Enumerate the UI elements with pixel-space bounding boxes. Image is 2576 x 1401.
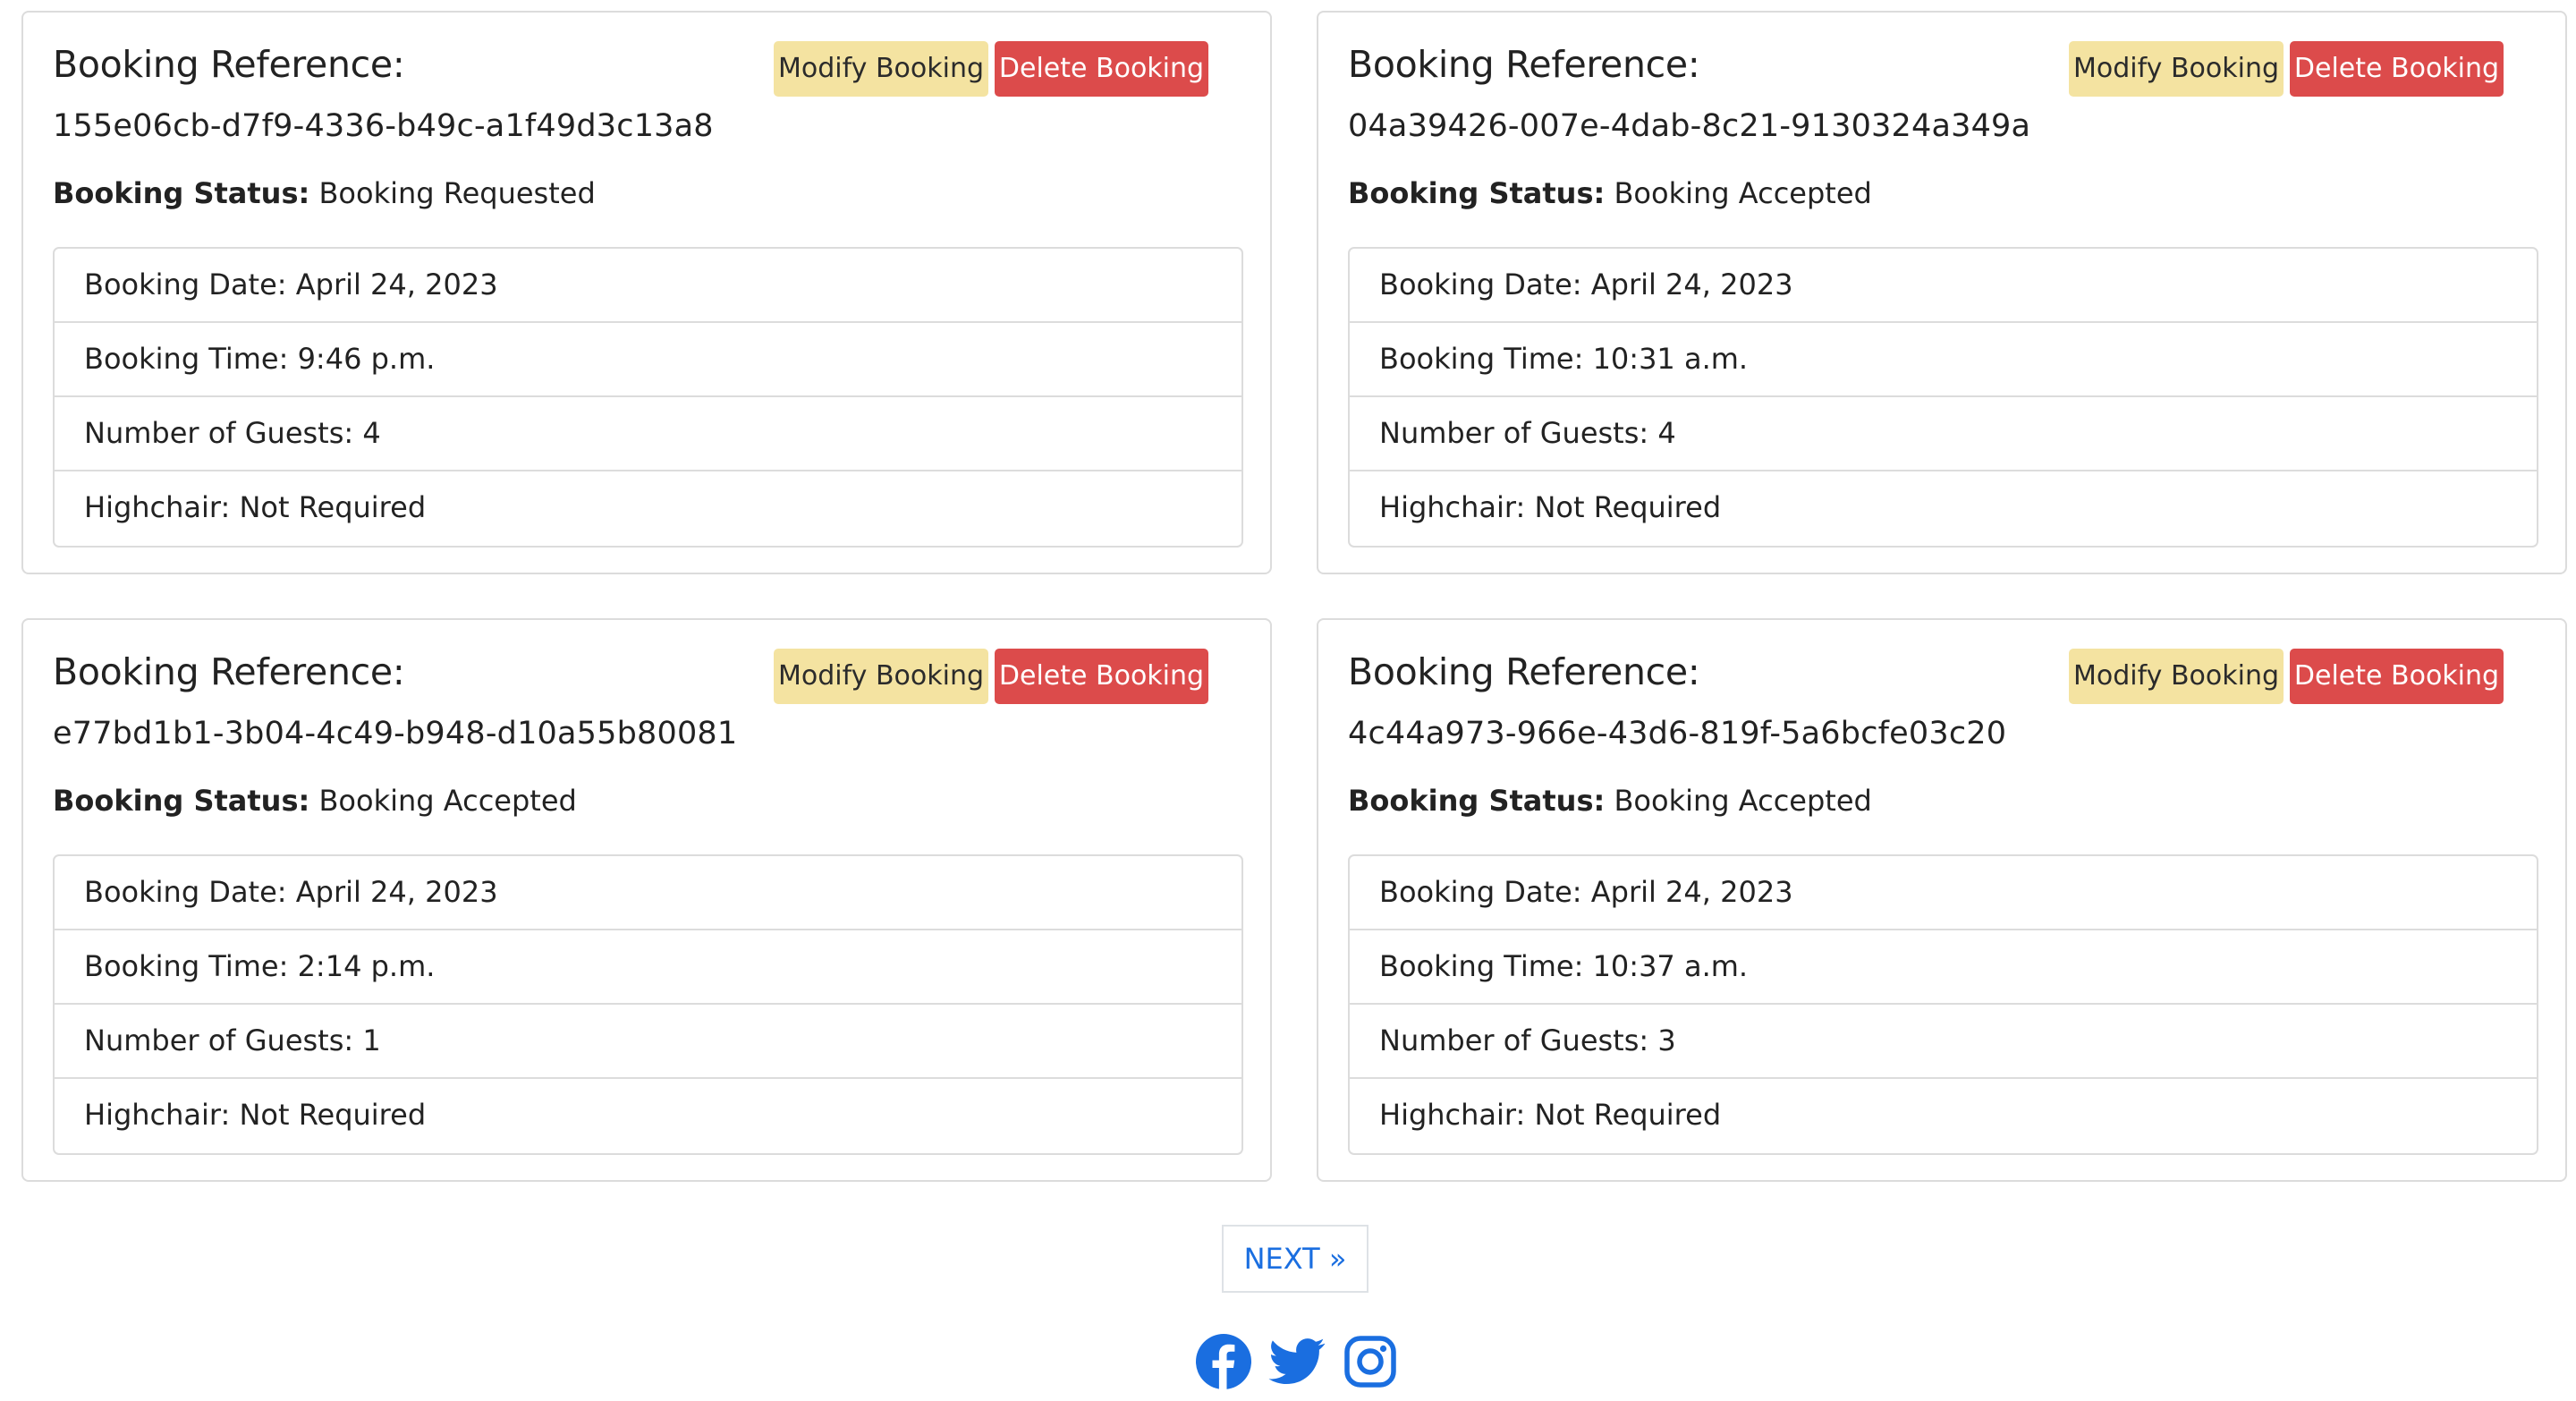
number-of-guests: Number of Guests: 4 bbox=[1350, 397, 2537, 471]
booking-details-list: Booking Date: April 24, 2023 Booking Tim… bbox=[1348, 854, 2538, 1155]
booking-status-label: Booking Status: bbox=[53, 784, 310, 818]
booking-date: Booking Date: April 24, 2023 bbox=[55, 249, 1241, 323]
highchair: Highchair: Not Required bbox=[1379, 490, 1722, 524]
next-page-button[interactable]: NEXT » bbox=[1222, 1225, 1368, 1293]
booking-reference-value: 4c44a973-966e-43d6-819f-5a6bcfe03c20 bbox=[1348, 716, 2007, 751]
modify-booking-button[interactable]: Modify Booking bbox=[774, 41, 988, 97]
booking-date: Booking Date: April 24, 2023 bbox=[55, 856, 1241, 930]
number-of-guests: Number of Guests: 3 bbox=[1350, 1005, 2537, 1079]
modify-booking-button[interactable]: Modify Booking bbox=[774, 649, 988, 704]
number-of-guests: Number of Guests: 1 bbox=[55, 1005, 1241, 1079]
booking-status-value: Booking Requested bbox=[318, 176, 596, 210]
booking-reference-value: e77bd1b1-3b04-4c49-b948-d10a55b80081 bbox=[53, 716, 738, 751]
twitter-icon bbox=[1268, 1338, 1326, 1385]
booking-reference-label: Booking Reference: bbox=[53, 650, 405, 693]
bookings-grid: Booking Reference: 155e06cb-d7f9-4336-b4… bbox=[21, 11, 2569, 1182]
booking-date: Booking Date: April 24, 2023 bbox=[1350, 249, 2537, 323]
booking-details-list: Booking Date: April 24, 2023 Booking Tim… bbox=[53, 247, 1243, 548]
booking-status: Booking Status: Booking Accepted bbox=[53, 784, 577, 818]
delete-booking-button[interactable]: Delete Booking bbox=[995, 649, 1208, 704]
booking-card: Booking Reference: 04a39426-007e-4dab-8c… bbox=[1317, 11, 2567, 574]
booking-time: Booking Time: 2:14 p.m. bbox=[55, 930, 1241, 1005]
booking-time: Booking Time: 9:46 p.m. bbox=[55, 323, 1241, 397]
modify-booking-button[interactable]: Modify Booking bbox=[2069, 41, 2284, 97]
booking-details-list: Booking Date: April 24, 2023 Booking Tim… bbox=[53, 854, 1243, 1155]
booking-date: Booking Date: April 24, 2023 bbox=[1350, 856, 2537, 930]
booking-card: Booking Reference: 4c44a973-966e-43d6-81… bbox=[1317, 618, 2567, 1182]
instagram-link[interactable] bbox=[1342, 1333, 1399, 1390]
twitter-link[interactable] bbox=[1268, 1333, 1326, 1390]
booking-reference-value: 155e06cb-d7f9-4336-b49c-a1f49d3c13a8 bbox=[53, 108, 714, 144]
highchair: Highchair: Not Required bbox=[84, 1098, 427, 1132]
social-links bbox=[1195, 1333, 1399, 1390]
delete-booking-button[interactable]: Delete Booking bbox=[2290, 649, 2504, 704]
booking-status: Booking Status: Booking Accepted bbox=[1348, 784, 1872, 818]
facebook-link[interactable] bbox=[1195, 1333, 1252, 1390]
booking-reference-label: Booking Reference: bbox=[1348, 650, 1700, 693]
booking-reference-label: Booking Reference: bbox=[1348, 43, 1700, 86]
booking-time: Booking Time: 10:31 a.m. bbox=[1350, 323, 2537, 397]
facebook-icon bbox=[1196, 1334, 1251, 1390]
booking-details-list: Booking Date: April 24, 2023 Booking Tim… bbox=[1348, 247, 2538, 548]
instagram-icon bbox=[1344, 1336, 1396, 1388]
delete-booking-button[interactable]: Delete Booking bbox=[995, 41, 1208, 97]
booking-time: Booking Time: 10:37 a.m. bbox=[1350, 930, 2537, 1005]
number-of-guests: Number of Guests: 4 bbox=[55, 397, 1241, 471]
booking-status-value: Booking Accepted bbox=[1614, 784, 1872, 818]
booking-status-value: Booking Accepted bbox=[318, 784, 577, 818]
booking-status-label: Booking Status: bbox=[1348, 176, 1606, 210]
modify-booking-button[interactable]: Modify Booking bbox=[2069, 649, 2284, 704]
delete-booking-button[interactable]: Delete Booking bbox=[2290, 41, 2504, 97]
booking-status: Booking Status: Booking Accepted bbox=[1348, 176, 1872, 210]
highchair: Highchair: Not Required bbox=[84, 490, 427, 524]
booking-status-label: Booking Status: bbox=[1348, 784, 1606, 818]
booking-status-value: Booking Accepted bbox=[1614, 176, 1872, 210]
booking-card: Booking Reference: e77bd1b1-3b04-4c49-b9… bbox=[21, 618, 1272, 1182]
booking-card: Booking Reference: 155e06cb-d7f9-4336-b4… bbox=[21, 11, 1272, 574]
booking-reference-value: 04a39426-007e-4dab-8c21-9130324a349a bbox=[1348, 108, 2031, 144]
booking-status-label: Booking Status: bbox=[53, 176, 310, 210]
highchair: Highchair: Not Required bbox=[1379, 1098, 1722, 1132]
booking-status: Booking Status: Booking Requested bbox=[53, 176, 596, 210]
booking-reference-label: Booking Reference: bbox=[53, 43, 405, 86]
